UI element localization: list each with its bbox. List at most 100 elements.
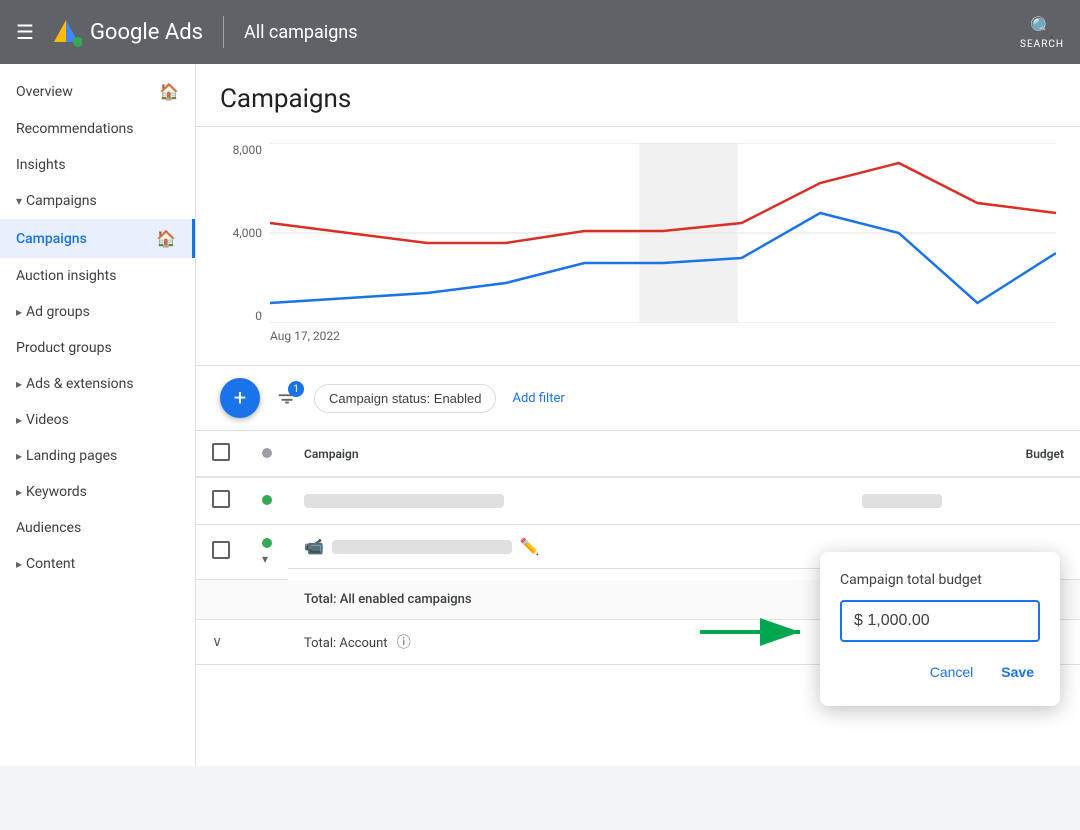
row1-budget[interactable]: [862, 494, 942, 508]
save-button[interactable]: Save: [995, 658, 1040, 686]
main-content: Campaigns 8,000 4,000 0: [196, 64, 1080, 766]
campaign-status-filter[interactable]: Campaign status: Enabled: [314, 384, 496, 413]
green-arrow: [695, 612, 815, 656]
row1-campaign-cell: [288, 477, 846, 525]
account-chevron-cell: ∨: [196, 619, 246, 664]
th-campaign: Campaign: [288, 431, 846, 477]
th-status: [246, 431, 288, 477]
sidebar-item-audiences-label: Audiences: [16, 520, 81, 536]
campaigns-home-icon: 🏠: [156, 229, 176, 248]
account-empty-cell: [246, 619, 288, 664]
budget-input[interactable]: [854, 612, 1026, 630]
row2-campaign-cell: 📹 ✏️: [288, 525, 846, 569]
video-icon: 📹: [304, 537, 324, 556]
total-status-cell: [246, 580, 288, 620]
sidebar-item-product-groups[interactable]: Product groups: [0, 330, 195, 366]
sidebar-item-overview[interactable]: Overview 🏠: [0, 72, 195, 111]
account-chevron-icon[interactable]: ∨: [212, 634, 222, 650]
header-divider: [223, 16, 224, 48]
sidebar-item-insights[interactable]: Insights: [0, 147, 195, 183]
chart-x-label: Aug 17, 2022: [270, 329, 340, 343]
add-button[interactable]: +: [220, 378, 260, 418]
sidebar-item-insights-label: Insights: [16, 157, 66, 173]
sidebar-item-ad-groups-label: Ad groups: [26, 304, 90, 320]
landing-pages-expand-icon: ▸: [16, 449, 22, 463]
logo: Google Ads: [50, 16, 203, 48]
sidebar-item-ads-extensions-label: Ads & extensions: [26, 376, 134, 392]
chart-area: 8,000 4,000 0: [196, 126, 1080, 366]
budget-popup-title: Campaign total budget: [840, 572, 1040, 588]
home-icon: 🏠: [159, 82, 179, 101]
sidebar-item-campaigns-header[interactable]: ▾ Campaigns: [0, 183, 195, 219]
sidebar-item-landing-pages[interactable]: ▸ Landing pages: [0, 438, 195, 474]
y-label-0: 0: [220, 309, 262, 323]
row2-checkbox[interactable]: [212, 541, 230, 559]
chart-container: 8,000 4,000 0: [220, 143, 1056, 343]
filter-badge: 1: [288, 381, 304, 397]
page-title: Campaigns: [196, 64, 1080, 126]
sidebar-item-videos-label: Videos: [26, 412, 69, 428]
sidebar-item-ads-extensions[interactable]: ▸ Ads & extensions: [0, 366, 195, 402]
sidebar-item-product-groups-label: Product groups: [16, 340, 112, 356]
sidebar-item-recommendations[interactable]: Recommendations: [0, 111, 195, 147]
row2-checkbox-cell: [196, 525, 246, 580]
budget-actions: Cancel Save: [840, 658, 1040, 686]
chart-lines: [270, 143, 1056, 323]
row1-checkbox[interactable]: [212, 490, 230, 508]
row2-status-dot: [262, 538, 272, 548]
sidebar-item-recommendations-label: Recommendations: [16, 121, 134, 137]
sidebar-item-campaigns-label: Campaigns: [16, 231, 87, 247]
y-label-8000: 8,000: [220, 143, 262, 157]
row2-status-dropdown[interactable]: ▾: [262, 552, 268, 566]
row1-campaign-name[interactable]: [304, 494, 504, 508]
select-all-checkbox[interactable]: [212, 443, 230, 461]
sidebar-item-auction-insights-label: Auction insights: [16, 268, 116, 284]
sidebar-item-auction-insights[interactable]: Auction insights: [0, 258, 195, 294]
header: ☰ Google Ads All campaigns 🔍 SEARCH: [0, 0, 1080, 64]
budget-popup: Campaign total budget Cancel Save: [820, 552, 1060, 706]
campaigns-expand-icon: ▾: [16, 194, 22, 208]
y-label-4000: 4,000: [220, 226, 262, 240]
sidebar-item-campaigns[interactable]: Campaigns 🏠: [0, 219, 195, 258]
th-budget: Budget: [846, 431, 1080, 477]
sidebar-item-keywords-label: Keywords: [26, 484, 87, 500]
videos-expand-icon: ▸: [16, 413, 22, 427]
menu-icon[interactable]: ☰: [16, 20, 34, 44]
ad-groups-expand-icon: ▸: [16, 305, 22, 319]
green-arrow-icon: [695, 612, 815, 652]
content-expand-icon: ▸: [16, 557, 22, 571]
help-icon[interactable]: ⓘ: [397, 635, 411, 651]
row1-status-cell: [246, 477, 288, 525]
cancel-button[interactable]: Cancel: [924, 658, 980, 686]
keywords-expand-icon: ▸: [16, 485, 22, 499]
header-subtitle: All campaigns: [244, 22, 358, 43]
sidebar-item-ad-groups[interactable]: ▸ Ad groups: [0, 294, 195, 330]
filter-button[interactable]: 1: [276, 387, 298, 409]
sidebar: Overview 🏠 Recommendations Insights ▾ Ca…: [0, 64, 196, 766]
chart-svg: [270, 143, 1056, 323]
row2-campaign-name[interactable]: [332, 540, 512, 554]
sidebar-item-content[interactable]: ▸ Content: [0, 546, 195, 582]
toolbar: + 1 Campaign status: Enabled Add filter: [196, 366, 1080, 431]
budget-input-wrap: [840, 600, 1040, 642]
sidebar-item-overview-label: Overview: [16, 84, 73, 100]
app-name: Google Ads: [90, 20, 203, 45]
sidebar-item-landing-pages-label: Landing pages: [26, 448, 117, 464]
ads-extensions-expand-icon: ▸: [16, 377, 22, 391]
status-header-dot: [262, 448, 272, 458]
row1-checkbox-cell: [196, 477, 246, 525]
google-ads-logo-icon: [50, 16, 82, 48]
sidebar-item-audiences[interactable]: Audiences: [0, 510, 195, 546]
table-row: [196, 477, 1080, 525]
search-button[interactable]: 🔍 SEARCH: [1020, 15, 1064, 50]
add-filter-link[interactable]: Add filter: [512, 391, 564, 406]
row1-budget-cell: [846, 477, 1080, 525]
chart-y-labels: 8,000 4,000 0: [220, 143, 270, 323]
sidebar-item-content-label: Content: [26, 556, 75, 572]
total-enabled-label: Total: All enabled campaigns: [304, 592, 472, 607]
sidebar-item-keywords[interactable]: ▸ Keywords: [0, 474, 195, 510]
th-checkbox: [196, 431, 246, 477]
row2-status-cell: ▾: [246, 525, 288, 580]
sidebar-item-videos[interactable]: ▸ Videos: [0, 402, 195, 438]
row2-edit-icon[interactable]: ✏️: [520, 537, 540, 556]
